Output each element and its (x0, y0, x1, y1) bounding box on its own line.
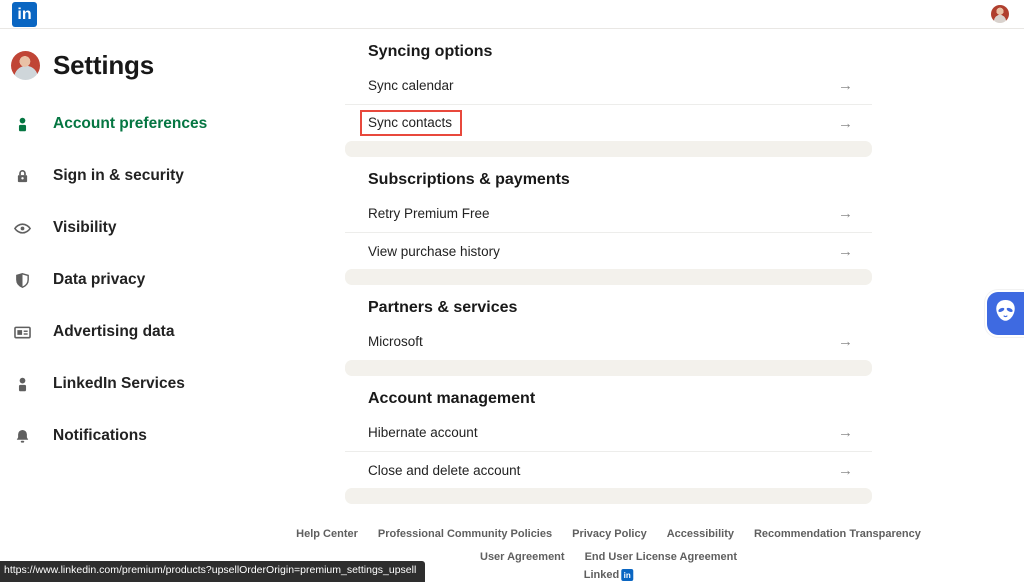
sidebar-item-visibility[interactable]: Visibility (0, 202, 345, 254)
lock-icon (13, 167, 32, 186)
row-label: View purchase history (368, 243, 500, 259)
sidebar-item-label: Visibility (53, 219, 117, 236)
arrow-right-icon: → (838, 242, 853, 260)
row-label: Retry Premium Free (368, 206, 490, 221)
settings-content: Syncing options Sync calendar → Sync con… (345, 29, 872, 504)
settings-nav: Account preferences Sign in & security V… (0, 98, 345, 462)
arrow-right-icon: → (838, 424, 853, 441)
sidebar-item-label: Data privacy (53, 271, 146, 288)
section-gap (345, 141, 872, 157)
shield-icon (13, 271, 32, 290)
linkedin-logo: in (621, 569, 634, 581)
sidebar-item-label: Sign in & security (53, 167, 184, 184)
sidebar-item-label: Account preferences (53, 115, 208, 132)
footer-link-recommendation-transparency[interactable]: Recommendation Transparency (754, 528, 921, 540)
arrow-right-icon: → (838, 333, 853, 350)
sidebar-item-advertising-data[interactable]: Advertising data (0, 306, 345, 358)
footer-logo-text: Linked (583, 569, 620, 581)
row-close-delete-account[interactable]: Close and delete account → (345, 451, 872, 488)
section-title: Partners & services (368, 299, 518, 316)
section-gap (345, 269, 872, 285)
footer: Help Center Professional Community Polic… (296, 528, 921, 581)
section-subscriptions-payments: Subscriptions & payments Retry Premium F… (345, 157, 872, 269)
alien-icon (992, 298, 1019, 330)
section-title: Syncing options (368, 43, 493, 60)
row-label: Close and delete account (368, 462, 521, 478)
arrow-right-icon: → (838, 77, 853, 94)
sidebar-item-linkedin-services[interactable]: LinkedIn Services (0, 358, 345, 410)
page-title: Settings (53, 50, 154, 80)
section-title: Account management (368, 390, 536, 407)
sidebar-item-label: Notifications (53, 427, 147, 444)
footer-links-row: Help Center Professional Community Polic… (296, 528, 921, 540)
user-avatar (11, 51, 40, 80)
extension-widget-button[interactable] (985, 290, 1024, 337)
sidebar-item-notifications[interactable]: Notifications (0, 410, 345, 462)
row-retry-premium-free[interactable]: Retry Premium Free → (345, 195, 872, 232)
section-syncing-options: Syncing options Sync calendar → Sync con… (345, 29, 872, 141)
settings-header: Settings (0, 29, 345, 81)
footer-link-accessibility[interactable]: Accessibility (667, 528, 734, 540)
row-sync-contacts[interactable]: Sync contacts → (345, 104, 872, 141)
eye-icon (13, 219, 32, 238)
arrow-right-icon: → (838, 114, 853, 132)
arrow-right-icon: → (838, 461, 853, 479)
linkedin-logo[interactable]: in (12, 2, 37, 27)
row-label: Sync calendar (368, 78, 454, 93)
footer-link-end-user-license[interactable]: End User License Agreement (585, 551, 737, 563)
person-icon (13, 375, 32, 394)
sidebar-item-label: Advertising data (53, 323, 175, 340)
ad-card-icon (13, 323, 32, 342)
settings-sidebar: Settings Account preferences Sign in & s… (0, 29, 345, 462)
footer-link-community-policies[interactable]: Professional Community Policies (378, 528, 552, 540)
row-label: Microsoft (368, 334, 423, 349)
row-microsoft[interactable]: Microsoft → (345, 323, 872, 360)
section-gap (345, 360, 872, 376)
footer-link-user-agreement[interactable]: User Agreement (480, 551, 565, 563)
top-navigation-bar: in (0, 0, 1024, 29)
browser-status-url: https://www.linkedin.com/premium/product… (0, 561, 426, 582)
linkedin-footer-logo: Linked in (583, 569, 634, 581)
section-partners-services: Partners & services Microsoft → (345, 285, 872, 360)
bell-icon (13, 427, 32, 446)
sidebar-item-account-preferences[interactable]: Account preferences (0, 98, 345, 150)
arrow-right-icon: → (838, 205, 853, 222)
sidebar-item-label: LinkedIn Services (53, 375, 185, 392)
annotation-highlight-box: Sync contacts (360, 110, 463, 136)
section-gap (345, 488, 872, 504)
section-title: Subscriptions & payments (368, 171, 570, 188)
row-label: Hibernate account (368, 425, 478, 440)
row-hibernate-account[interactable]: Hibernate account → (345, 414, 872, 451)
row-sync-calendar[interactable]: Sync calendar → (345, 67, 872, 104)
sidebar-item-sign-in-security[interactable]: Sign in & security (0, 150, 345, 202)
row-view-purchase-history[interactable]: View purchase history → (345, 232, 872, 269)
person-icon (13, 115, 32, 134)
footer-link-privacy-policy[interactable]: Privacy Policy (572, 528, 647, 540)
footer-link-help-center[interactable]: Help Center (296, 528, 358, 540)
section-account-management: Account management Hibernate account → C… (345, 376, 872, 488)
sidebar-item-data-privacy[interactable]: Data privacy (0, 254, 345, 306)
profile-avatar[interactable] (991, 5, 1009, 23)
